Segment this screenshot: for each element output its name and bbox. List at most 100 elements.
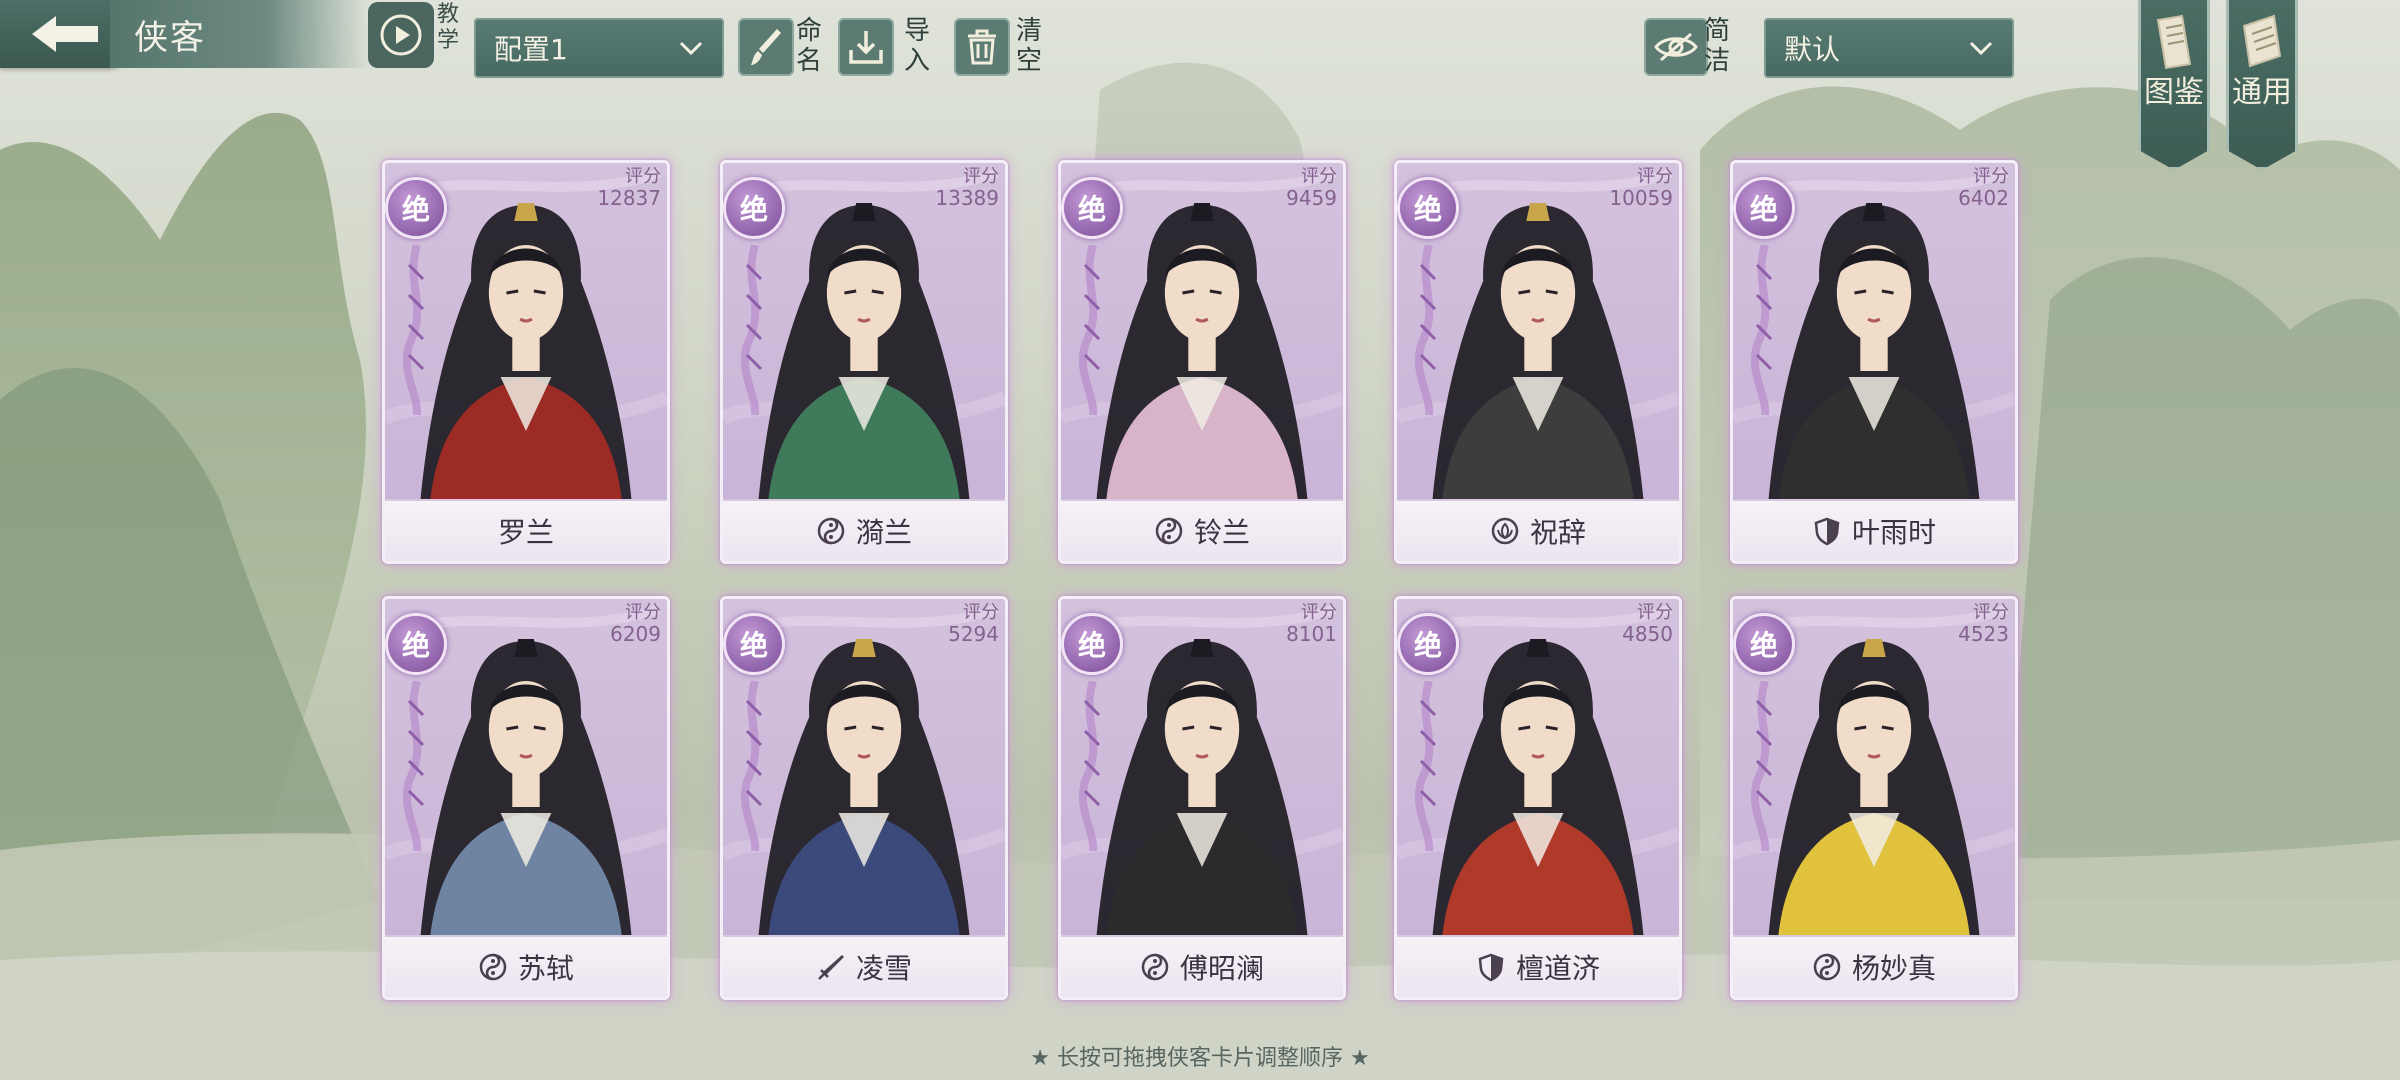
rank-badge: 绝 <box>385 613 447 675</box>
rank-badge: 绝 <box>1397 177 1459 239</box>
hero-name-bar: 凌雪 <box>723 935 1005 997</box>
shield-icon <box>1476 952 1506 982</box>
general-tab[interactable]: 通用 <box>2226 0 2298 170</box>
score-block: 评分 4523 <box>1958 602 2009 646</box>
score-label: 评分 <box>625 602 661 623</box>
score-value: 8101 <box>1286 622 1337 646</box>
hero-name: 祝辞 <box>1529 516 1586 549</box>
score-value: 5294 <box>948 622 999 646</box>
clear-button[interactable] <box>954 18 1010 76</box>
hero-name: 罗兰 <box>497 516 554 549</box>
import-label: 导入 <box>904 16 931 76</box>
hero-card[interactable]: 绝 评分 5294 凌雪 <box>720 596 1008 1000</box>
score-block: 评分 4850 <box>1622 602 1673 646</box>
rename-button[interactable] <box>738 18 794 76</box>
import-button[interactable] <box>838 18 894 76</box>
shield-icon <box>1812 516 1842 546</box>
page-title-text: 侠客 <box>134 17 206 58</box>
hero-name: 傅昭澜 <box>1179 952 1264 985</box>
score-block: 评分 6209 <box>610 602 661 646</box>
yin-yang-icon <box>478 952 508 982</box>
hero-card[interactable]: 绝 评分 13389 漪兰 <box>720 160 1008 564</box>
codex-label: 图鉴 <box>2144 75 2204 110</box>
score-block: 评分 5294 <box>948 603 999 646</box>
trash-icon <box>968 29 996 65</box>
hero-name: 杨妙真 <box>1851 952 1936 985</box>
download-icon <box>849 31 883 64</box>
rank-badge: 绝 <box>1733 177 1795 239</box>
rank-badge: 绝 <box>1061 177 1123 239</box>
hero-card[interactable]: 绝 评分 12837 罗兰 <box>382 160 670 564</box>
score-label: 评分 <box>963 166 999 187</box>
hero-name: 铃兰 <box>1193 516 1250 549</box>
score-label: 评分 <box>1301 602 1337 623</box>
score-value: 12837 <box>597 186 661 210</box>
rank-badge: 绝 <box>1733 613 1795 675</box>
hero-card[interactable]: 绝 评分 10059 祝辞 <box>1394 160 1682 564</box>
clear-label: 清空 <box>1016 16 1043 76</box>
hero-name-bar: 铃兰 <box>1061 499 1343 561</box>
score-block: 评分 9459 <box>1286 166 1337 210</box>
score-value: 6209 <box>610 622 661 646</box>
yin-yang-icon <box>1154 516 1184 546</box>
drag-hint: ★ 长按可拖拽侠客卡片调整顺序 ★ <box>1030 1046 1370 1071</box>
scroll-icon <box>2242 14 2282 68</box>
page-title: 侠客 <box>110 0 370 68</box>
hero-card[interactable]: 绝 评分 6209 苏轼 <box>382 596 670 1000</box>
config-select-value: 配置1 <box>494 33 568 66</box>
star-ribbon <box>1747 679 1783 855</box>
tutorial-button[interactable] <box>368 2 434 68</box>
tutorial-label: 教学 <box>437 2 460 53</box>
score-block: 评分 6402 <box>1958 166 2009 210</box>
hero-card[interactable]: 绝 评分 4523 杨妙真 <box>1730 596 2018 1000</box>
rank-badge: 绝 <box>385 177 447 239</box>
score-label: 评分 <box>1973 602 2009 623</box>
eye-slash-icon <box>1654 32 1698 62</box>
star-ribbon <box>1411 679 1447 855</box>
score-value: 10059 <box>1609 186 1673 210</box>
hero-name-bar: 苏轼 <box>385 935 667 997</box>
star-ribbon <box>737 243 773 419</box>
hero-name-bar: 檀道济 <box>1397 935 1679 997</box>
sword-icon <box>816 952 846 982</box>
star-ribbon <box>737 679 773 855</box>
score-value: 6402 <box>1958 186 2009 210</box>
star-ribbon <box>1075 243 1111 419</box>
chevron-down-icon <box>1969 41 1993 56</box>
score-label: 评分 <box>1637 166 1673 187</box>
sort-select-value: 默认 <box>1784 33 1841 66</box>
codex-tab[interactable]: 图鉴 <box>2138 0 2210 170</box>
score-label: 评分 <box>1973 166 2009 187</box>
score-label: 评分 <box>625 166 661 187</box>
lotus-icon <box>1490 516 1520 546</box>
hero-card[interactable]: 绝 评分 8101 傅昭澜 <box>1058 596 1346 1000</box>
simple-mode-button[interactable] <box>1644 18 1708 76</box>
sort-select[interactable]: 默认 <box>1764 18 2014 78</box>
rank-badge: 绝 <box>1061 613 1123 675</box>
score-label: 评分 <box>1637 602 1673 623</box>
yin-yang-icon <box>1812 952 1842 982</box>
hero-name: 凌雪 <box>855 952 912 985</box>
play-icon <box>380 14 422 56</box>
hero-card[interactable]: 绝 评分 6402 叶雨时 <box>1730 160 2018 564</box>
hero-name-bar: 漪兰 <box>723 499 1005 561</box>
score-block: 评分 13389 <box>935 166 999 210</box>
config-select[interactable]: 配置1 <box>474 18 724 78</box>
score-block: 评分 12837 <box>597 166 661 210</box>
rank-badge: 绝 <box>723 177 785 239</box>
brush-icon <box>751 29 781 65</box>
score-value: 4523 <box>1958 622 2009 646</box>
hero-name-bar: 叶雨时 <box>1733 499 2015 561</box>
chevron-down-icon <box>679 41 703 56</box>
hero-card[interactable]: 绝 评分 9459 铃兰 <box>1058 160 1346 564</box>
score-block: 评分 8101 <box>1286 602 1337 646</box>
score-block: 评分 10059 <box>1609 166 1673 210</box>
hero-name-bar: 祝辞 <box>1397 499 1679 561</box>
hero-name: 檀道济 <box>1515 952 1600 985</box>
rank-badge: 绝 <box>723 613 785 675</box>
score-label: 评分 <box>1301 166 1337 187</box>
hero-name-bar: 傅昭澜 <box>1061 935 1343 997</box>
hero-name-bar: 杨妙真 <box>1733 935 2015 997</box>
yin-yang-icon <box>816 516 846 546</box>
hero-card[interactable]: 绝 评分 4850 檀道济 <box>1394 596 1682 1000</box>
